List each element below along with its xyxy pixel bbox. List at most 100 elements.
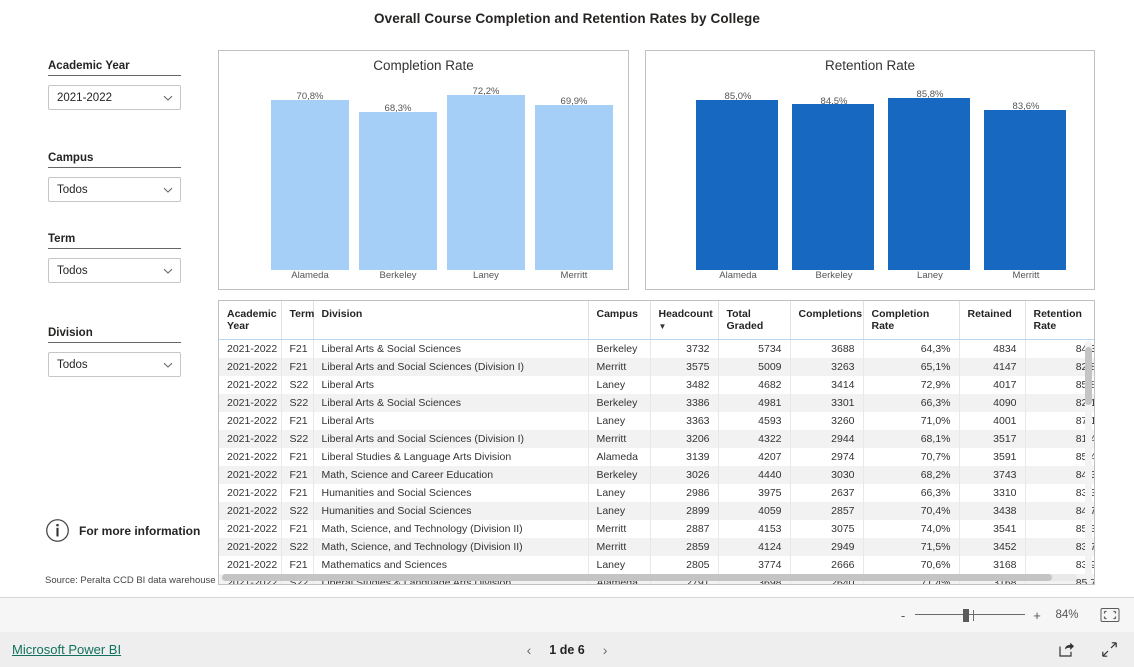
table-row[interactable]: 2021-2022 F21 Liberal Arts & Social Scie… (219, 339, 1094, 358)
source-note: Source: Peralta CCD BI data warehouse (45, 575, 216, 586)
cell-academic-year: 2021-2022 (219, 411, 282, 430)
cell-completions: 3263 (790, 357, 864, 376)
cell-total-graded: 4207 (718, 447, 791, 466)
bar-merritt[interactable] (535, 105, 613, 270)
zoom-slider-thumb[interactable] (963, 609, 969, 622)
cell-retained: 4834 (959, 339, 1026, 358)
cell-headcount: 2859 (650, 537, 719, 556)
table-row[interactable]: 2021-2022 F21 Liberal Studies & Language… (219, 447, 1094, 466)
column-header-retained[interactable]: Retained (959, 301, 1026, 340)
cell-headcount: 2887 (650, 519, 719, 538)
bar-alameda[interactable] (271, 100, 349, 270)
cell-retained: 4017 (959, 375, 1026, 394)
cell-academic-year: 2021-2022 (219, 357, 282, 376)
slicer-division[interactable]: Division Todos (48, 327, 181, 377)
cell-division: Math, Science and Career Education (313, 465, 589, 484)
chevron-down-icon (162, 184, 173, 195)
table-row[interactable]: 2021-2022 S22 Liberal Arts and Social Sc… (219, 429, 1094, 448)
cell-total-graded: 4124 (718, 537, 791, 556)
table-row[interactable]: 2021-2022 S22 Humanities and Social Scie… (219, 501, 1094, 520)
cell-headcount: 3139 (650, 447, 719, 466)
slicer-campus[interactable]: Campus Todos (48, 152, 181, 202)
share-icon[interactable] (1058, 641, 1075, 658)
cell-campus: Alameda (588, 447, 651, 466)
column-header-term[interactable]: Term (281, 301, 314, 340)
bar-berkeley[interactable] (792, 104, 874, 270)
cell-division: Liberal Arts (313, 411, 589, 430)
column-header-completions[interactable]: Completions (790, 301, 864, 340)
cell-headcount: 3575 (650, 357, 719, 376)
cell-term: F21 (281, 465, 314, 484)
column-header-academic-year[interactable]: Academic Year (219, 301, 282, 340)
cell-retained: 3591 (959, 447, 1026, 466)
bar-laney[interactable] (447, 95, 525, 270)
table-vertical-scroll-thumb[interactable] (1085, 347, 1092, 405)
table-vertical-scrollbar[interactable] (1085, 341, 1092, 576)
slicer-dropdown-division[interactable]: Todos (48, 352, 181, 377)
cell-campus: Laney (588, 501, 651, 520)
table-row[interactable]: 2021-2022 S22 Liberal Arts & Social Scie… (219, 393, 1094, 412)
column-header-campus[interactable]: Campus (588, 301, 651, 340)
column-header-division[interactable]: Division (313, 301, 589, 340)
cell-completions: 3301 (790, 393, 864, 412)
chart-completion-rate[interactable]: Completion Rate 70,8% Alameda 68,3% Berk… (218, 50, 629, 290)
slicer-academic-year[interactable]: Academic Year 2021-2022 (48, 60, 181, 110)
table-row[interactable]: 2021-2022 S22 Liberal Arts Laney 3482 46… (219, 375, 1094, 394)
table-horizontal-scroll-thumb[interactable] (222, 574, 1052, 581)
cell-campus: Berkeley (588, 339, 651, 358)
bar-berkeley[interactable] (359, 112, 437, 270)
column-header-retention-rate[interactable]: Retention Rate (1025, 301, 1094, 340)
column-header-total-graded[interactable]: Total Graded (718, 301, 791, 340)
bar-laney[interactable] (888, 98, 970, 270)
cell-division: Liberal Studies & Language Arts Division (313, 447, 589, 466)
fullscreen-icon[interactable] (1101, 641, 1118, 658)
slicer-term[interactable]: Term Todos (48, 233, 181, 283)
slicer-dropdown-academic-year[interactable]: 2021-2022 (48, 85, 181, 110)
table-row[interactable]: 2021-2022 F21 Liberal Arts Laney 3363 45… (219, 411, 1094, 430)
cell-total-graded: 4153 (718, 519, 791, 538)
table-horizontal-scrollbar[interactable] (222, 574, 1077, 581)
slicer-dropdown-campus[interactable]: Todos (48, 177, 181, 202)
bar-merritt[interactable] (984, 110, 1066, 270)
column-header-headcount[interactable]: Headcount ▼ (650, 301, 719, 340)
chevron-right-icon[interactable]: › (603, 642, 608, 658)
fit-to-page-icon[interactable] (1100, 607, 1120, 623)
cell-division: Math, Science, and Technology (Division … (313, 537, 589, 556)
bar-group-merritt[interactable]: 69,9% Merritt (519, 51, 629, 289)
table-row[interactable]: 2021-2022 F21 Humanities and Social Scie… (219, 483, 1094, 502)
cell-total-graded: 3975 (718, 483, 791, 502)
more-information-button[interactable]: For more information (45, 518, 200, 543)
status-bar: - + 84% (0, 597, 1134, 632)
slicer-value-campus: Todos (57, 183, 88, 196)
zoom-in-button[interactable]: + (1030, 608, 1044, 623)
cell-division: Liberal Arts & Social Sciences (313, 393, 589, 412)
column-header-completion-rate[interactable]: Completion Rate (863, 301, 960, 340)
cell-completion-rate: 70,7% (863, 447, 960, 466)
cell-division: Humanities and Social Sciences (313, 483, 589, 502)
cell-academic-year: 2021-2022 (219, 555, 282, 574)
zoom-slider[interactable] (915, 608, 1025, 622)
report-canvas: Overall Course Completion and Retention … (0, 0, 1134, 597)
cell-academic-year: 2021-2022 (219, 375, 282, 394)
table-row[interactable]: 2021-2022 S22 Math, Science, and Technol… (219, 537, 1094, 556)
cell-term: S22 (281, 393, 314, 412)
bar-alameda[interactable] (696, 100, 778, 270)
table-row[interactable]: 2021-2022 F21 Mathematics and Sciences L… (219, 555, 1094, 574)
chart-retention-rate[interactable]: Retention Rate 85,0% Alameda 84,5% Berke… (645, 50, 1095, 290)
sort-descending-icon: ▼ (658, 322, 667, 331)
zoom-slider-track (915, 614, 1025, 615)
table-row[interactable]: 2021-2022 F21 Liberal Arts and Social Sc… (219, 357, 1094, 376)
zoom-out-button[interactable]: - (896, 608, 910, 623)
table-row[interactable]: 2021-2022 F21 Math, Science and Career E… (219, 465, 1094, 484)
chevron-left-icon[interactable]: ‹ (527, 642, 532, 658)
bar-group-merritt[interactable]: 83,6% Merritt (966, 51, 1086, 289)
cell-completion-rate: 72,9% (863, 375, 960, 394)
table-row[interactable]: 2021-2022 F21 Math, Science, and Technol… (219, 519, 1094, 538)
cell-term: F21 (281, 411, 314, 430)
data-table-visual[interactable]: Academic Year Term Division Campus Headc… (218, 300, 1095, 585)
cell-total-graded: 4059 (718, 501, 791, 520)
cell-completion-rate: 70,6% (863, 555, 960, 574)
cell-term: F21 (281, 339, 314, 358)
cell-division: Mathematics and Sciences (313, 555, 589, 574)
slicer-dropdown-term[interactable]: Todos (48, 258, 181, 283)
